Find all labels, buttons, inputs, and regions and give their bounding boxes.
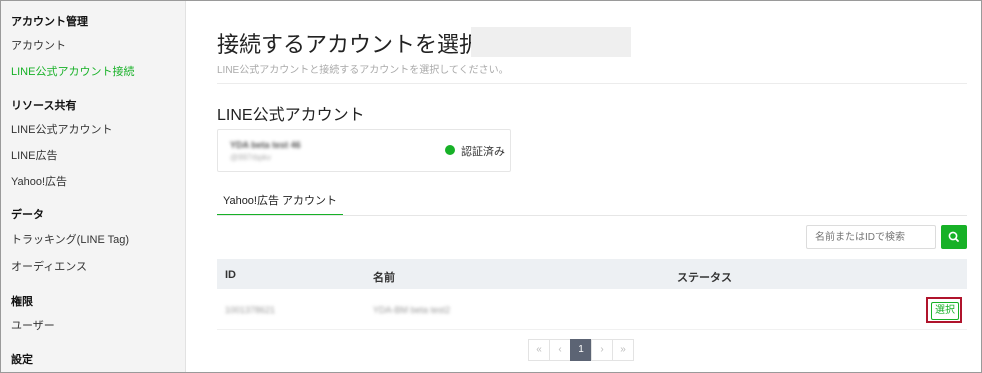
app-frame: アカウント管理 アカウント LINE公式アカウント接続 リソース共有 LINE公…: [0, 0, 982, 373]
page-title: 接続するアカウントを選択 :: [217, 32, 494, 57]
column-header-id: ID: [225, 269, 236, 281]
sidebar-item-line-ads[interactable]: LINE広告: [11, 147, 57, 163]
pagination-last[interactable]: »: [612, 339, 634, 361]
sidebar-group-account-management: アカウント管理: [11, 16, 88, 28]
select-button[interactable]: 選択: [931, 302, 959, 320]
row-id: 1001378621: [225, 305, 276, 315]
table-row: 1001378621 YDA-BM beta test2: [217, 289, 967, 330]
line-account-card: YDA beta test 46 @997rbpkv 認証済み: [217, 129, 511, 172]
account-name: YDA beta test 46: [230, 140, 301, 150]
main-content: 接続するアカウントを選択 : LINE公式アカウントと接続するアカウントを選択し…: [186, 1, 981, 372]
status-dot-icon: [445, 145, 455, 155]
pagination-next[interactable]: ›: [591, 339, 613, 361]
pagination: « ‹ 1 › »: [528, 339, 634, 361]
tab-yahoo-ads-account[interactable]: Yahoo!広告 アカウント: [217, 192, 343, 216]
sidebar-item-account[interactable]: アカウント: [11, 37, 66, 53]
sidebar-item-line-oa-connect[interactable]: LINE公式アカウント接続: [11, 63, 134, 79]
sidebar-item-line-oa[interactable]: LINE公式アカウント: [11, 121, 112, 137]
table-header: ID 名前 ステータス: [217, 259, 967, 289]
sidebar-item-users[interactable]: ユーザー: [11, 317, 55, 333]
pagination-first[interactable]: «: [528, 339, 550, 361]
pagination-prev[interactable]: ‹: [549, 339, 571, 361]
sidebar-item-yahoo-ads[interactable]: Yahoo!広告: [11, 173, 67, 189]
column-header-name: 名前: [373, 272, 395, 284]
sidebar-group-data: データ: [11, 209, 44, 221]
sidebar-group-resource-sharing: リソース共有: [11, 100, 77, 112]
tab-underline: [217, 215, 967, 216]
account-id: @997rbpkv: [230, 153, 272, 162]
row-name: YDA-BM beta test2: [373, 305, 451, 315]
divider: [217, 83, 967, 84]
search-button[interactable]: [941, 225, 967, 249]
select-button-highlight: 選択: [926, 297, 962, 323]
status-badge: 認証済み: [461, 146, 505, 158]
sidebar: アカウント管理 アカウント LINE公式アカウント接続 リソース共有 LINE公…: [1, 1, 186, 372]
account-name-placeholder: [471, 27, 631, 57]
sidebar-item-audience[interactable]: オーディエンス: [11, 258, 87, 274]
section-title: LINE公式アカウント: [217, 107, 365, 124]
sidebar-group-permissions: 権限: [11, 296, 33, 308]
pagination-page-current[interactable]: 1: [570, 339, 592, 361]
search-icon: [948, 231, 959, 242]
column-header-status: ステータス: [677, 272, 732, 284]
page-subtitle: LINE公式アカウントと接続するアカウントを選択してください。: [217, 65, 509, 76]
sidebar-item-tracking[interactable]: トラッキング(LINE Tag): [11, 231, 129, 247]
sidebar-group-settings: 設定: [11, 354, 33, 366]
search-input[interactable]: [806, 225, 936, 249]
